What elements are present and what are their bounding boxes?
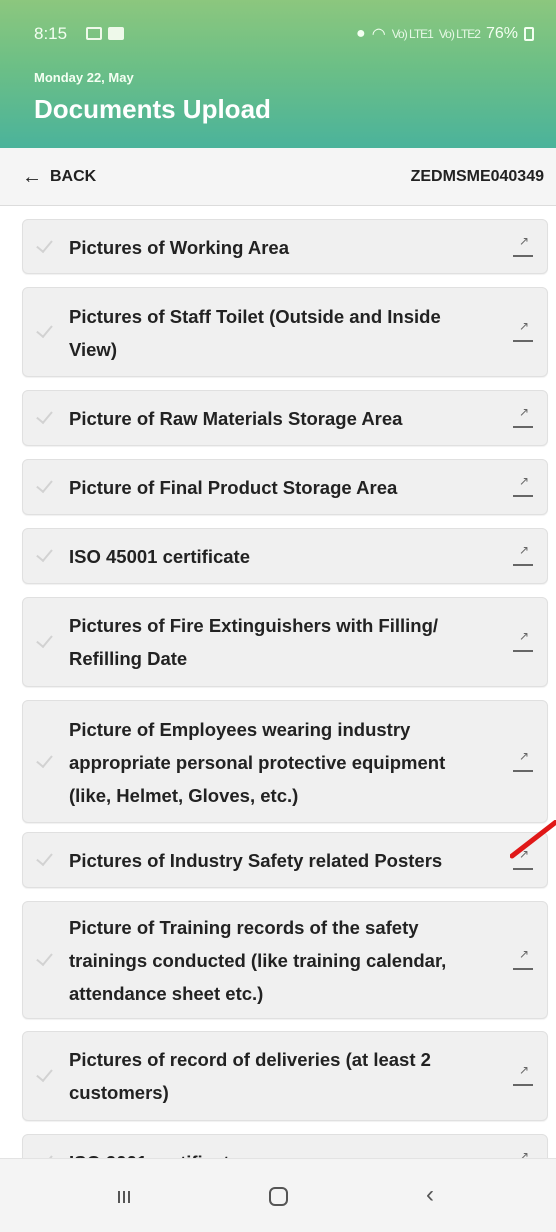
page-title: Documents Upload <box>34 94 271 124</box>
check-icon <box>37 632 59 646</box>
document-label: Pictures of Fire Extinguishers with Fill… <box>69 615 439 669</box>
back-label: BACK <box>50 168 97 185</box>
document-item[interactable]: ISO 9001 certificate ↗ <box>22 1134 548 1158</box>
check-icon <box>37 850 59 864</box>
android-nav-bar: ‹ <box>0 1158 556 1232</box>
document-label: Picture of Raw Materials Storage Area <box>69 408 403 429</box>
document-label: Pictures of record of deliveries (at lea… <box>69 1049 431 1103</box>
reference-code: ZEDMSME040349 <box>410 168 544 185</box>
upload-icon[interactable]: ↗ <box>513 544 535 568</box>
document-label: Picture of Final Product Storage Area <box>69 477 398 498</box>
check-icon <box>37 477 59 491</box>
check-icon <box>37 546 59 560</box>
status-time: 8:15 <box>34 24 68 43</box>
check-icon <box>37 950 59 964</box>
upload-icon[interactable]: ↗ <box>513 750 535 774</box>
upload-icon[interactable]: ↗ <box>513 320 535 344</box>
app-header: 8:15 ● ◠ Vo) LTE1 Vo) LTE2 76% Monday 22… <box>0 0 556 148</box>
home-icon[interactable] <box>269 1187 288 1206</box>
document-label: Pictures of Working Area <box>69 237 289 258</box>
battery-icon <box>524 27 534 41</box>
check-icon <box>37 322 59 336</box>
document-item[interactable]: Pictures of Working Area ↗ <box>22 219 548 274</box>
document-label: Pictures of Staff Toilet (Outside and In… <box>69 306 441 360</box>
upload-icon[interactable]: ↗ <box>513 235 535 259</box>
document-item[interactable]: Pictures of record of deliveries (at lea… <box>22 1031 548 1121</box>
document-label: ISO 9001 certificate <box>69 1146 481 1158</box>
check-icon <box>37 1066 59 1080</box>
check-icon <box>37 408 59 422</box>
status-bar: 8:15 ● ◠ Vo) LTE1 Vo) LTE2 76% <box>0 0 556 60</box>
document-item[interactable]: Pictures of Fire Extinguishers with Fill… <box>22 597 548 687</box>
arrow-left-icon: ← <box>22 166 42 188</box>
document-label: Picture of Training records of the safet… <box>69 917 447 1004</box>
gallery-icon <box>108 27 124 40</box>
document-label: ISO 45001 certificate <box>69 546 250 567</box>
document-item[interactable]: Picture of Training records of the safet… <box>22 901 548 1019</box>
signal-icon-1: Vo) LTE1 <box>391 27 434 41</box>
status-indicators: ● ◠ Vo) LTE1 Vo) LTE2 76% <box>356 24 534 44</box>
mail-icon <box>86 27 102 40</box>
location-icon: ● <box>356 25 366 42</box>
document-label: Pictures of Industry Safety related Post… <box>69 850 443 871</box>
document-item[interactable]: Pictures of Industry Safety related Post… <box>22 832 548 888</box>
back-button[interactable]: ← BACK <box>22 167 96 187</box>
annotation-arrow-icon <box>510 820 556 859</box>
document-label: Picture of Employees wearing industry ap… <box>69 719 446 806</box>
document-item[interactable]: Pictures of Staff Toilet (Outside and In… <box>22 287 548 377</box>
documents-list[interactable]: Pictures of Working Area ↗ Pictures of S… <box>0 206 556 1158</box>
document-item[interactable]: Picture of Raw Materials Storage Area ↗ <box>22 390 548 446</box>
document-item[interactable]: ISO 45001 certificate ↗ <box>22 528 548 584</box>
nav-back-icon[interactable]: ‹ <box>426 1181 434 1209</box>
battery-level: 76% <box>485 25 518 42</box>
sub-toolbar: ← BACK ZEDMSME040349 <box>0 148 556 206</box>
wifi-icon: ◠ <box>371 26 386 43</box>
check-icon <box>37 752 59 766</box>
recents-icon[interactable] <box>118 1191 130 1203</box>
upload-icon[interactable]: ↗ <box>513 948 535 972</box>
document-item[interactable]: Picture of Employees wearing industry ap… <box>22 700 548 823</box>
upload-icon[interactable]: ↗ <box>513 406 535 430</box>
notification-icons <box>86 27 124 40</box>
upload-icon[interactable]: ↗ <box>513 475 535 499</box>
upload-icon[interactable]: ↗ <box>513 1064 535 1088</box>
document-item[interactable]: Picture of Final Product Storage Area ↗ <box>22 459 548 515</box>
signal-icon-2: Vo) LTE2 <box>438 27 481 41</box>
upload-icon[interactable]: ↗ <box>513 630 535 654</box>
header-date: Monday 22, May <box>34 70 134 85</box>
upload-icon[interactable]: ↗ <box>513 1150 535 1158</box>
check-icon <box>37 237 59 251</box>
